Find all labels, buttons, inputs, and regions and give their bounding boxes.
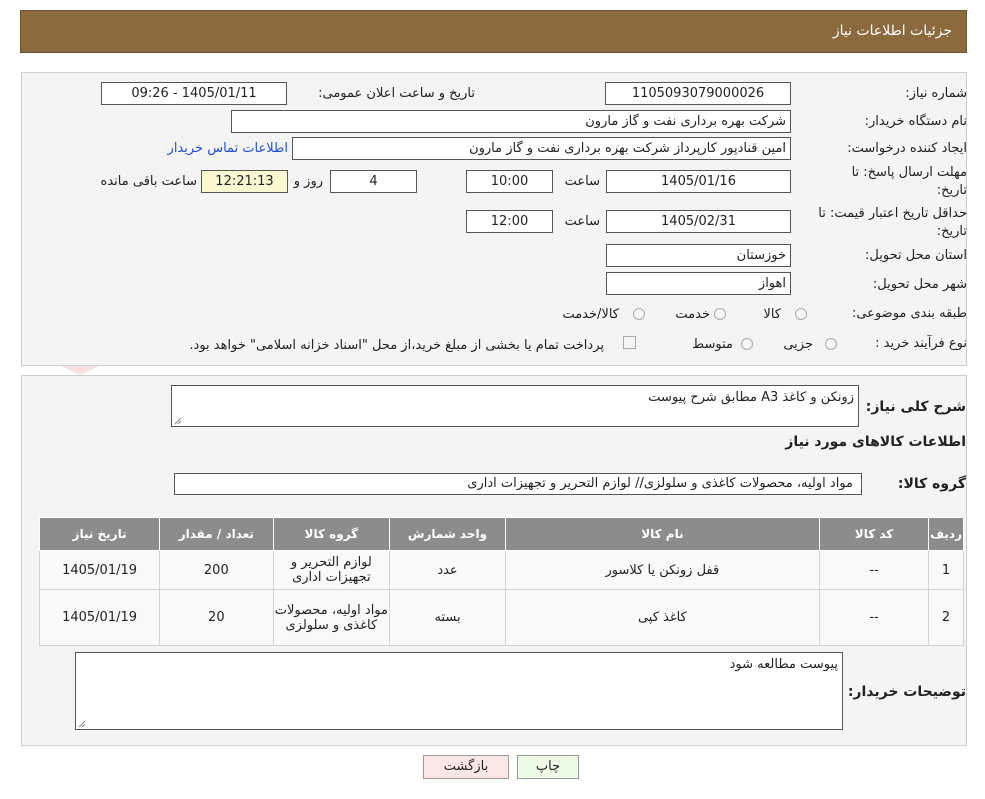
creator-field: امین قنادپور کارپرداز شرکت بهره برداری ن… (292, 137, 791, 160)
resize-handle-icon[interactable] (174, 417, 182, 425)
category-radio-service[interactable] (714, 308, 726, 320)
resize-handle-icon[interactable] (78, 720, 86, 728)
city-field: اهواز (606, 272, 791, 295)
treasury-checkbox[interactable] (623, 336, 636, 349)
table-header-row: ردیف کد کالا نام کالا واحد شمارش گروه کا… (38, 517, 964, 551)
reply-deadline-label-2: تاریخ: (936, 183, 967, 198)
col-group: گروه کالا (272, 517, 391, 551)
cell-name: قفل زونکن یا کلاسور (504, 550, 820, 590)
creator-label: ایجاد کننده درخواست: (847, 141, 967, 156)
summary-text: زونکن و کاغذ A3 مطابق شرح پیوست (648, 390, 854, 405)
cell-code: -- (818, 550, 930, 590)
col-date: تاریخ نیاز (38, 517, 161, 551)
price-deadline-label: حداقل تاریخ اعتبار قیمت: تا (818, 206, 967, 221)
remaining-label: ساعت باقی مانده (100, 174, 197, 189)
cell-row: 1 (928, 550, 964, 590)
need-number-field: 1105093079000026 (605, 82, 791, 105)
col-code: کد کالا (818, 517, 930, 551)
buyer-notes-label: توضیحات خریدار: (847, 684, 966, 700)
group-label: گروه کالا: (897, 476, 966, 492)
cell-unit: عدد (389, 550, 506, 590)
col-unit: واحد شمارش (389, 517, 506, 551)
province-label: استان محل تحویل: (865, 248, 967, 263)
col-row: ردیف (928, 517, 964, 551)
goods-table: ردیف کد کالا نام کالا واحد شمارش گروه کا… (38, 517, 964, 646)
reply-date-field: 1405/01/16 (606, 170, 791, 193)
buyer-label: نام دستگاه خریدار: (864, 114, 967, 129)
price-date-field: 1405/02/31 (606, 210, 791, 233)
price-deadline-label-2: تاریخ: (936, 224, 967, 239)
process-radio-minor[interactable] (825, 338, 837, 350)
announce-label: تاریخ و ساعت اعلان عمومی: (318, 86, 475, 101)
remaining-time-field: 12:21:13 (201, 170, 288, 193)
page-header: جزئیات اطلاعات نیاز (20, 10, 967, 53)
col-qty: تعداد / مقدار (159, 517, 274, 551)
city-label: شهر محل تحویل: (872, 277, 967, 292)
category-label: طبقه بندی موضوعی: (851, 306, 967, 321)
goods-info-title: اطلاعات کالاهای مورد نیاز (785, 434, 966, 450)
page-title: جزئیات اطلاعات نیاز (832, 23, 952, 39)
reply-time-field: 10:00 (466, 170, 553, 193)
cell-date: 1405/01/19 (38, 589, 161, 646)
buyer-notes-text: پیوست مطالعه شود (729, 657, 838, 672)
table-row: 1 -- قفل زونکن یا کلاسور عدد لوازم التحر… (38, 550, 964, 590)
payment-note: پرداخت تمام یا بخشی از مبلغ خرید،از محل … (189, 338, 604, 353)
cell-qty: 200 (159, 550, 274, 590)
buyer-contact-link[interactable]: اطلاعات تماس خریدار (168, 141, 288, 156)
reply-time-label: ساعت (564, 174, 600, 189)
price-time-field: 12:00 (466, 210, 553, 233)
back-button[interactable]: بازگشت (423, 755, 509, 779)
category-radio-goods-service[interactable] (633, 308, 645, 320)
table-row: 2 -- کاغذ کپی بسته مواد اولیه، محصولات ک… (38, 589, 964, 646)
cell-date: 1405/01/19 (38, 550, 161, 590)
price-time-label: ساعت (564, 214, 600, 229)
print-button[interactable]: چاپ (517, 755, 579, 779)
cell-code: -- (818, 589, 930, 646)
process-option-minor: جزیی (783, 337, 813, 352)
group-field: مواد اولیه، محصولات کاغذی و سلولزی// لوا… (174, 473, 862, 495)
buyer-notes-textarea[interactable]: پیوست مطالعه شود (75, 652, 843, 730)
category-option-goods-service: کالا/خدمت (562, 307, 619, 322)
process-option-medium: متوسط (692, 337, 733, 352)
need-number-label: شماره نیاز: (905, 86, 967, 101)
days-label: روز و (293, 174, 323, 189)
announce-field: 1405/01/11 - 09:26 (101, 82, 287, 105)
process-label: نوع فرآیند خرید : (875, 336, 967, 351)
category-radio-goods[interactable] (795, 308, 807, 320)
summary-label: شرح کلی نیاز: (865, 399, 966, 415)
process-radio-medium[interactable] (741, 338, 753, 350)
cell-group: مواد اولیه، محصولات کاغذی و سلولزی (272, 589, 391, 646)
cell-row: 2 (928, 589, 964, 646)
reply-deadline-label: مهلت ارسال پاسخ: تا (851, 165, 967, 180)
cell-group: لوازم التحریر و تجهیزات اداری (272, 550, 391, 590)
cell-unit: بسته (389, 589, 506, 646)
summary-textarea[interactable]: زونکن و کاغذ A3 مطابق شرح پیوست (171, 385, 859, 427)
province-field: خوزستان (606, 244, 791, 267)
cell-qty: 20 (159, 589, 274, 646)
buyer-field: شرکت بهره برداری نفت و گاز مارون (231, 110, 791, 133)
col-name: نام کالا (504, 517, 820, 551)
category-option-goods: کالا (763, 307, 781, 322)
category-option-service: خدمت (675, 307, 710, 322)
days-field: 4 (330, 170, 417, 193)
cell-name: کاغذ کپی (504, 589, 820, 646)
